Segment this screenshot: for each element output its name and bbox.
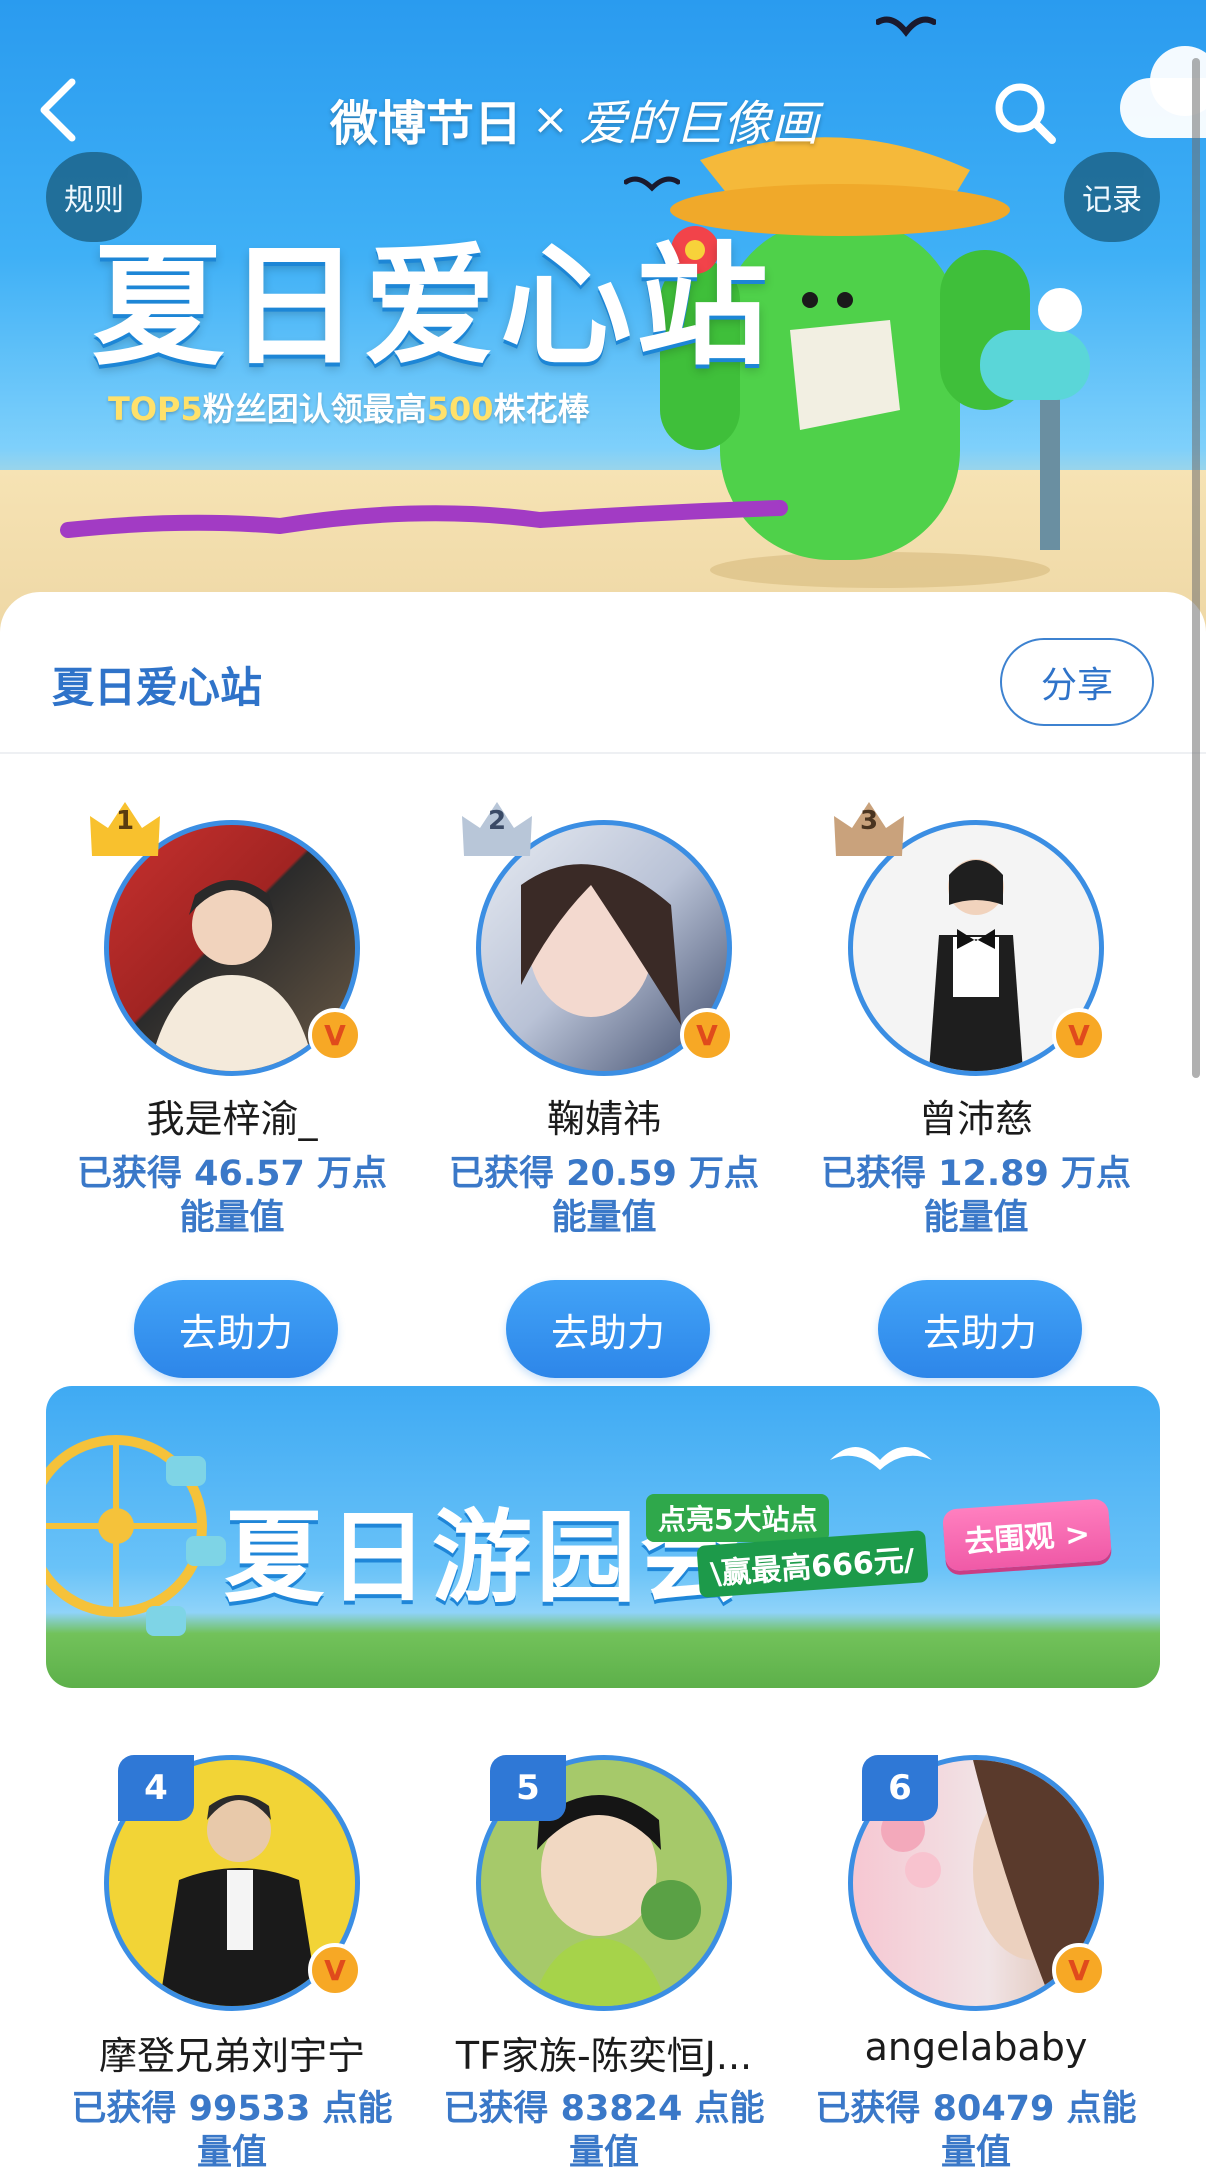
- hero-title: 夏日爱心站: [92, 230, 772, 384]
- promo-banner-summer-fair[interactable]: 夏日游园会 点亮5大站点 \赢最高666元/ 去围观 >: [46, 1386, 1160, 1688]
- energy-value: 已获得 46.57 万点能量值: [76, 1154, 388, 1238]
- avatar-wrap: 5: [476, 1755, 732, 2011]
- verified-v-icon: V: [680, 1008, 734, 1062]
- brand-weibo: 微博节日: [330, 96, 523, 152]
- seagull-illustration: [830, 1447, 932, 1470]
- rank-number: 2: [487, 806, 507, 836]
- avatar-wrap: 3 V: [834, 802, 1106, 1076]
- share-button[interactable]: 分享: [1000, 638, 1154, 726]
- rank-badge: 6: [862, 1755, 938, 1821]
- energy-value: 已获得 99533 点能量值: [71, 2089, 393, 2167]
- verified-v-icon: V: [308, 1943, 362, 1997]
- energy-value: 已获得 83824 点能量值: [443, 2089, 765, 2167]
- rank-badge: 4: [118, 1755, 194, 1821]
- hero-subtitle-top5: TOP5: [108, 390, 203, 428]
- verified-v-icon: V: [308, 1008, 362, 1062]
- energy-value: 已获得 80479 点能量值: [815, 2089, 1137, 2167]
- purple-scribble-mark: [60, 500, 788, 538]
- fan-name: 摩登兄弟刘宇宁: [98, 2034, 365, 2078]
- avatar-wrap: 1 V: [90, 802, 362, 1076]
- back-button[interactable]: [28, 72, 88, 148]
- hero-subtitle: TOP5粉丝团认领最高500株花棒: [108, 384, 590, 430]
- cloud: [46, 1386, 136, 1420]
- fan-name: 鞠婧祎: [546, 1097, 661, 1141]
- promo-tagline-1: 点亮5大站点: [646, 1494, 830, 1542]
- promo-cta-button[interactable]: 去围观 >: [942, 1498, 1112, 1572]
- fan-name: 曾沛慈: [918, 1097, 1033, 1141]
- scrollbar[interactable]: [1192, 58, 1200, 1078]
- hero-subtitle-mid: 粉丝团认领最高: [202, 390, 427, 428]
- support-button[interactable]: 去助力: [134, 1280, 338, 1378]
- rank-number: 3: [859, 806, 879, 836]
- hero-subtitle-num: 500: [426, 390, 494, 428]
- chevron-left-icon: [40, 78, 76, 142]
- avatar-wrap: 6 V: [848, 1755, 1106, 2011]
- ferris-wheel-illustration: [46, 1435, 226, 1636]
- support-button[interactable]: 去助力: [506, 1280, 710, 1378]
- energy-value: 已获得 12.89 万点能量值: [820, 1154, 1132, 1238]
- brand-title: 微博节日 × 爱的巨像画: [330, 84, 830, 154]
- rank-badge: 5: [490, 1755, 566, 1821]
- support-button[interactable]: 去助力: [878, 1280, 1082, 1378]
- brand-partner: 爱的巨像画: [578, 96, 819, 152]
- rank-number: 1: [115, 806, 135, 836]
- search-icon: [995, 83, 1056, 144]
- verified-v-icon: V: [1052, 1008, 1106, 1062]
- divider: [0, 752, 1206, 754]
- hero-subtitle-suffix: 株花棒: [493, 390, 590, 428]
- verified-v-icon: V: [1052, 1943, 1106, 1997]
- avatar-wrap: 2 V: [462, 802, 734, 1076]
- fan-name: 我是梓渝_: [146, 1097, 318, 1141]
- records-button[interactable]: 记录: [1064, 152, 1160, 242]
- search-button[interactable]: [990, 78, 1060, 148]
- energy-value: 已获得 20.59 万点能量值: [448, 1154, 760, 1238]
- fan-name: TF家族-陈奕恒J...: [455, 2034, 753, 2078]
- bird-icon: [876, 16, 936, 37]
- brand-separator: ×: [532, 93, 569, 145]
- section-title: 夏日爱心站: [52, 663, 263, 712]
- avatar-wrap: 4 V: [104, 1755, 362, 2011]
- hero-banner: 微博节日 × 爱的巨像画 规则 记录 夏日爱心站 TOP5粉丝团认领最高500株…: [0, 0, 1206, 640]
- fan-name: angelababy: [864, 2025, 1088, 2069]
